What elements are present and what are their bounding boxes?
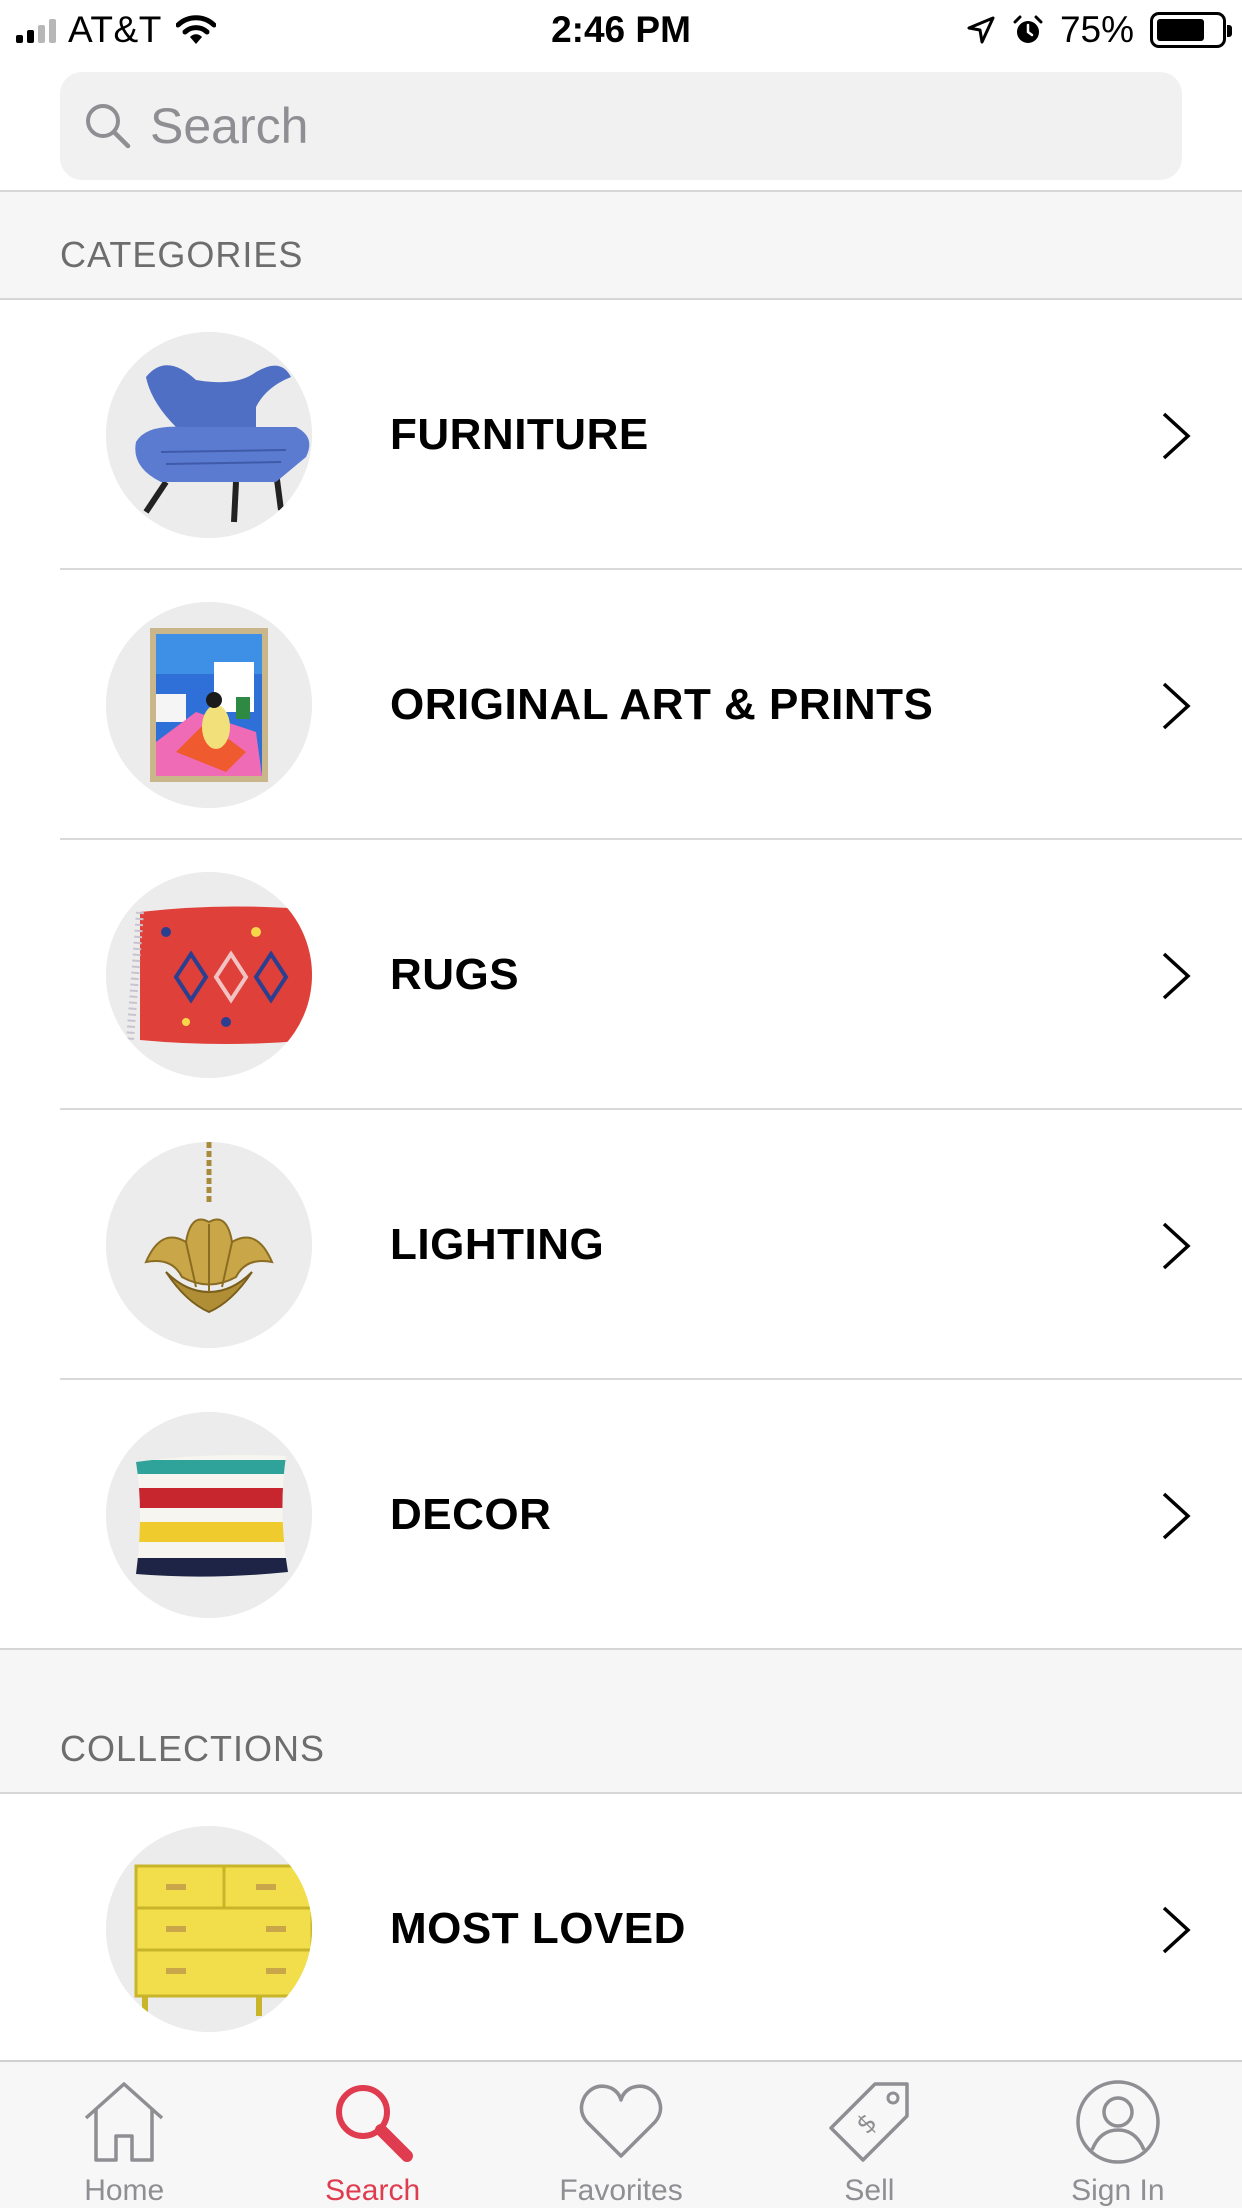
tab-label: Sell (844, 2174, 895, 2207)
search-bar-container (0, 62, 1242, 192)
tab-bar: Home Search Favorites $ Sell Sign In (0, 2060, 1242, 2208)
furniture-thumbnail (106, 332, 312, 538)
price-tag-icon: $ (829, 2082, 910, 2162)
tab-favorites[interactable]: Favorites (497, 2062, 745, 2208)
search-box[interactable] (60, 72, 1182, 180)
battery-percent: 75% (1059, 9, 1134, 50)
search-input[interactable] (150, 97, 1130, 155)
home-icon (85, 2082, 164, 2162)
tab-home[interactable]: Home (0, 2062, 248, 2208)
user-icon (1076, 2080, 1160, 2164)
decor-thumbnail (106, 1412, 312, 1618)
category-row-rugs[interactable]: RUGS (0, 840, 1242, 1110)
category-row-original-art-prints[interactable]: ORIGINAL ART & PRINTS (0, 570, 1242, 840)
section-title: COLLECTIONS (60, 1728, 326, 1769)
category-label: LIGHTING (390, 1220, 605, 1269)
status-right: 75% (966, 8, 1232, 52)
heart-icon (579, 2084, 663, 2158)
search-icon (86, 104, 131, 149)
svg-text:$: $ (851, 2108, 884, 2141)
category-row-decor[interactable]: DECOR (0, 1380, 1242, 1650)
search-icon (335, 2085, 413, 2162)
chevron-right-icon (1162, 1492, 1191, 1540)
art-thumbnail (106, 602, 312, 808)
tab-label: Home (84, 2174, 165, 2207)
tab-label: Favorites (559, 2174, 683, 2207)
chevron-right-icon (1162, 682, 1191, 730)
most-loved-thumbnail (106, 1826, 312, 2032)
alarm-icon (1013, 15, 1043, 43)
status-bar: AT&T 2:46 PM 75% (0, 0, 1242, 62)
collections-header: COLLECTIONS (0, 1648, 1242, 1794)
tab-label: Sign In (1071, 2174, 1165, 2207)
rugs-thumbnail (106, 872, 312, 1078)
chevron-right-icon (1162, 1222, 1191, 1270)
battery-icon (1150, 12, 1232, 48)
category-label: DECOR (390, 1490, 552, 1539)
category-label: FURNITURE (390, 410, 649, 459)
tab-sell[interactable]: $ Sell (745, 2062, 993, 2208)
section-title: CATEGORIES (60, 234, 304, 275)
chevron-right-icon (1162, 1906, 1191, 1954)
tab-search[interactable]: Search (248, 2062, 496, 2208)
categories-header: CATEGORIES (0, 192, 1242, 300)
tab-label: Search (325, 2174, 421, 2207)
battery-fill (1157, 19, 1204, 41)
location-arrow-icon (967, 16, 995, 44)
chevron-right-icon (1162, 412, 1191, 460)
collection-row-most-loved[interactable]: MOST LOVED (0, 1794, 1242, 2064)
chevron-right-icon (1162, 952, 1191, 1000)
category-row-furniture[interactable]: FURNITURE (0, 300, 1242, 570)
category-label: RUGS (390, 950, 520, 999)
collection-label: MOST LOVED (390, 1904, 686, 1953)
category-label: ORIGINAL ART & PRINTS (390, 680, 934, 729)
lighting-thumbnail (106, 1142, 312, 1348)
tab-sign-in[interactable]: Sign In (994, 2062, 1242, 2208)
category-row-lighting[interactable]: LIGHTING (0, 1110, 1242, 1380)
